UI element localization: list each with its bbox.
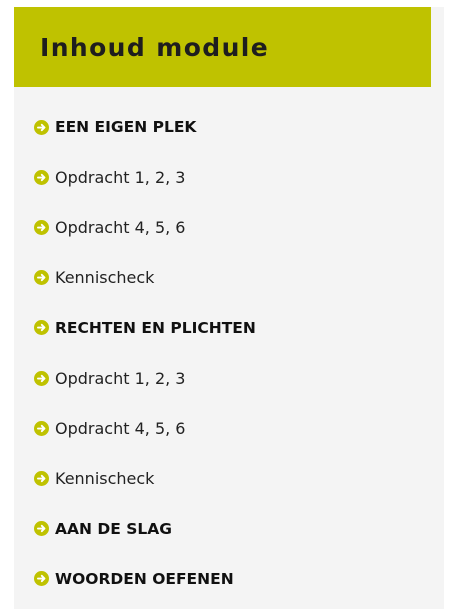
arrow-right-circle-icon — [34, 270, 49, 286]
menu-item-label: Opdracht 1, 2, 3 — [55, 368, 186, 388]
menu-item-link[interactable]: Kennischeck — [34, 253, 256, 303]
menu-item-label: Opdracht 4, 5, 6 — [55, 418, 186, 438]
menu-section-link[interactable]: WOORDEN OEFENEN — [34, 554, 256, 604]
menu-item-label: Opdracht 4, 5, 6 — [55, 217, 186, 237]
menu-item-link[interactable]: Opdracht 4, 5, 6 — [34, 202, 256, 252]
panel-header: Inhoud module — [14, 7, 431, 87]
arrow-right-circle-icon — [34, 420, 49, 436]
menu-item-label: EEN EIGEN PLEK — [55, 118, 197, 137]
arrow-right-circle-icon — [34, 370, 49, 386]
menu-item-label: Opdracht 1, 2, 3 — [55, 167, 186, 187]
arrow-right-circle-icon — [34, 571, 49, 587]
panel-title: Inhoud module — [40, 32, 270, 62]
menu-item-label: Kennischeck — [55, 268, 155, 288]
arrow-right-circle-icon — [34, 320, 49, 336]
menu-item-label: RECHTEN EN PLICHTEN — [55, 318, 256, 337]
menu-item-link[interactable]: Opdracht 4, 5, 6 — [34, 403, 256, 453]
arrow-right-circle-icon — [34, 219, 49, 235]
menu-item-label: Kennischeck — [55, 468, 155, 488]
module-content-panel: Inhoud module EEN EIGEN PLEK Opdracht 1, … — [14, 7, 444, 609]
menu-item-label: AAN DE SLAG — [55, 519, 172, 538]
arrow-right-circle-icon — [34, 119, 49, 135]
menu-item-link[interactable]: Opdracht 1, 2, 3 — [34, 353, 256, 403]
arrow-right-circle-icon — [34, 169, 49, 185]
menu-section-link[interactable]: AAN DE SLAG — [34, 504, 256, 554]
arrow-right-circle-icon — [34, 470, 49, 486]
menu-item-link[interactable]: Kennischeck — [34, 453, 256, 503]
menu-section-link[interactable]: EEN EIGEN PLEK — [34, 102, 256, 152]
menu-item-label: WOORDEN OEFENEN — [55, 569, 234, 588]
menu-section-link[interactable]: RECHTEN EN PLICHTEN — [34, 303, 256, 353]
module-menu: EEN EIGEN PLEK Opdracht 1, 2, 3 Opdracht 4… — [34, 102, 256, 604]
arrow-right-circle-icon — [34, 521, 49, 537]
menu-item-link[interactable]: Opdracht 1, 2, 3 — [34, 152, 256, 202]
